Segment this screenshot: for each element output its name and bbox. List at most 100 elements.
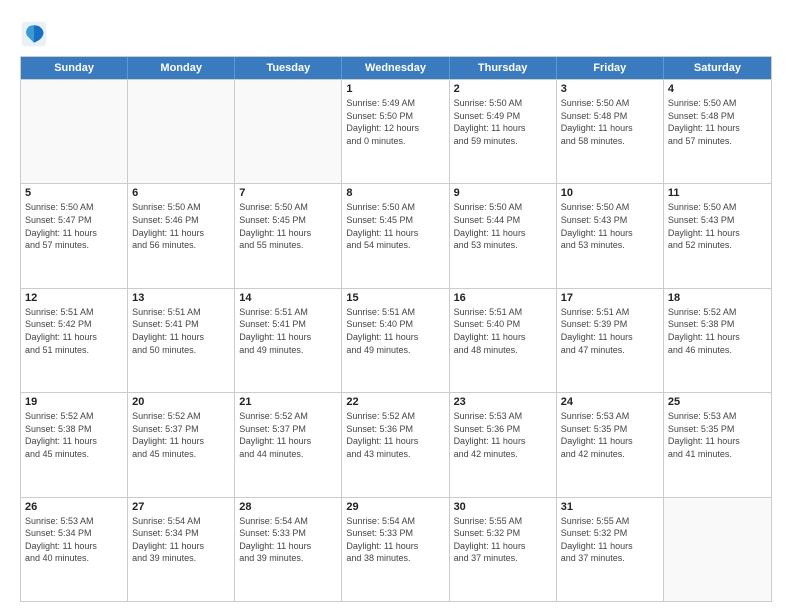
calendar: SundayMondayTuesdayWednesdayThursdayFrid… <box>20 56 772 602</box>
weekday-header: Sunday <box>21 57 128 79</box>
cell-info: Sunrise: 5:50 AM Sunset: 5:45 PM Dayligh… <box>346 201 444 251</box>
calendar-body: 1 Sunrise: 5:49 AM Sunset: 5:50 PM Daylig… <box>21 79 771 601</box>
calendar-row: 5 Sunrise: 5:50 AM Sunset: 5:47 PM Daylig… <box>21 183 771 287</box>
cell-info: Sunrise: 5:50 AM Sunset: 5:44 PM Dayligh… <box>454 201 552 251</box>
cell-day-number: 22 <box>346 396 444 408</box>
cell-info: Sunrise: 5:55 AM Sunset: 5:32 PM Dayligh… <box>454 515 552 565</box>
calendar-cell: 18 Sunrise: 5:52 AM Sunset: 5:38 PM Dayli… <box>664 289 771 392</box>
cell-info: Sunrise: 5:50 AM Sunset: 5:46 PM Dayligh… <box>132 201 230 251</box>
calendar-cell: 10 Sunrise: 5:50 AM Sunset: 5:43 PM Dayli… <box>557 184 664 287</box>
cell-day-number: 23 <box>454 396 552 408</box>
calendar-cell: 26Sunrise: 5:53 AM Sunset: 5:34 PM Dayli… <box>21 498 128 601</box>
calendar-row: 1 Sunrise: 5:49 AM Sunset: 5:50 PM Daylig… <box>21 79 771 183</box>
calendar-cell <box>128 80 235 183</box>
cell-day-number: 17 <box>561 292 659 304</box>
calendar-cell: 31 Sunrise: 5:55 AM Sunset: 5:32 PM Dayli… <box>557 498 664 601</box>
calendar-cell: 2 Sunrise: 5:50 AM Sunset: 5:49 PM Daylig… <box>450 80 557 183</box>
calendar-cell: 22 Sunrise: 5:52 AM Sunset: 5:36 PM Dayli… <box>342 393 449 496</box>
cell-day-number: 19 <box>25 396 123 408</box>
calendar-cell: 5 Sunrise: 5:50 AM Sunset: 5:47 PM Daylig… <box>21 184 128 287</box>
cell-day-number: 16 <box>454 292 552 304</box>
calendar-cell: 25 Sunrise: 5:53 AM Sunset: 5:35 PM Dayli… <box>664 393 771 496</box>
weekday-header: Wednesday <box>342 57 449 79</box>
calendar-cell: 6Sunrise: 5:50 AM Sunset: 5:46 PM Daylig… <box>128 184 235 287</box>
calendar-cell: 17Sunrise: 5:51 AM Sunset: 5:39 PM Dayli… <box>557 289 664 392</box>
calendar-cell: 4 Sunrise: 5:50 AM Sunset: 5:48 PM Daylig… <box>664 80 771 183</box>
calendar-cell: 1 Sunrise: 5:49 AM Sunset: 5:50 PM Daylig… <box>342 80 449 183</box>
calendar-cell <box>235 80 342 183</box>
calendar-cell: 16 Sunrise: 5:51 AM Sunset: 5:40 PM Dayli… <box>450 289 557 392</box>
cell-info: Sunrise: 5:54 AM Sunset: 5:33 PM Dayligh… <box>346 515 444 565</box>
cell-info: Sunrise: 5:55 AM Sunset: 5:32 PM Dayligh… <box>561 515 659 565</box>
cell-day-number: 21 <box>239 396 337 408</box>
calendar-cell: 27Sunrise: 5:54 AM Sunset: 5:34 PM Dayli… <box>128 498 235 601</box>
cell-day-number: 24 <box>561 396 659 408</box>
cell-day-number: 12 <box>25 292 123 304</box>
calendar-cell: 12 Sunrise: 5:51 AM Sunset: 5:42 PM Dayli… <box>21 289 128 392</box>
cell-info: Sunrise: 5:51 AM Sunset: 5:42 PM Dayligh… <box>25 306 123 356</box>
cell-info: Sunrise: 5:50 AM Sunset: 5:45 PM Dayligh… <box>239 201 337 251</box>
cell-info: Sunrise: 5:51 AM Sunset: 5:40 PM Dayligh… <box>454 306 552 356</box>
cell-day-number: 31 <box>561 501 659 513</box>
cell-day-number: 26 <box>25 501 123 513</box>
cell-day-number: 14 <box>239 292 337 304</box>
cell-info: Sunrise: 5:53 AM Sunset: 5:36 PM Dayligh… <box>454 410 552 460</box>
calendar-cell: 11 Sunrise: 5:50 AM Sunset: 5:43 PM Dayli… <box>664 184 771 287</box>
cell-day-number: 8 <box>346 187 444 199</box>
cell-day-number: 10 <box>561 187 659 199</box>
cell-info: Sunrise: 5:51 AM Sunset: 5:40 PM Dayligh… <box>346 306 444 356</box>
calendar-cell: 7 Sunrise: 5:50 AM Sunset: 5:45 PM Daylig… <box>235 184 342 287</box>
weekday-header: Tuesday <box>235 57 342 79</box>
calendar-cell <box>21 80 128 183</box>
cell-info: Sunrise: 5:53 AM Sunset: 5:35 PM Dayligh… <box>561 410 659 460</box>
cell-info: Sunrise: 5:52 AM Sunset: 5:36 PM Dayligh… <box>346 410 444 460</box>
cell-info: Sunrise: 5:50 AM Sunset: 5:48 PM Dayligh… <box>561 97 659 147</box>
cell-info: Sunrise: 5:50 AM Sunset: 5:48 PM Dayligh… <box>668 97 767 147</box>
cell-info: Sunrise: 5:52 AM Sunset: 5:38 PM Dayligh… <box>668 306 767 356</box>
weekday-header: Thursday <box>450 57 557 79</box>
cell-day-number: 27 <box>132 501 230 513</box>
logo <box>20 20 52 48</box>
calendar-row: 26Sunrise: 5:53 AM Sunset: 5:34 PM Dayli… <box>21 497 771 601</box>
cell-day-number: 5 <box>25 187 123 199</box>
header <box>20 16 772 48</box>
page: SundayMondayTuesdayWednesdayThursdayFrid… <box>0 0 792 612</box>
cell-info: Sunrise: 5:52 AM Sunset: 5:38 PM Dayligh… <box>25 410 123 460</box>
cell-info: Sunrise: 5:50 AM Sunset: 5:47 PM Dayligh… <box>25 201 123 251</box>
cell-day-number: 29 <box>346 501 444 513</box>
cell-day-number: 18 <box>668 292 767 304</box>
cell-info: Sunrise: 5:50 AM Sunset: 5:43 PM Dayligh… <box>668 201 767 251</box>
calendar-cell: 13Sunrise: 5:51 AM Sunset: 5:41 PM Dayli… <box>128 289 235 392</box>
calendar-cell: 9Sunrise: 5:50 AM Sunset: 5:44 PM Daylig… <box>450 184 557 287</box>
cell-info: Sunrise: 5:49 AM Sunset: 5:50 PM Dayligh… <box>346 97 444 147</box>
calendar-cell: 15Sunrise: 5:51 AM Sunset: 5:40 PM Dayli… <box>342 289 449 392</box>
calendar-cell: 3 Sunrise: 5:50 AM Sunset: 5:48 PM Daylig… <box>557 80 664 183</box>
cell-day-number: 1 <box>346 83 444 95</box>
cell-info: Sunrise: 5:50 AM Sunset: 5:43 PM Dayligh… <box>561 201 659 251</box>
calendar-cell: 28Sunrise: 5:54 AM Sunset: 5:33 PM Dayli… <box>235 498 342 601</box>
logo-icon <box>20 20 48 48</box>
calendar-row: 19 Sunrise: 5:52 AM Sunset: 5:38 PM Dayli… <box>21 392 771 496</box>
cell-info: Sunrise: 5:52 AM Sunset: 5:37 PM Dayligh… <box>132 410 230 460</box>
cell-day-number: 11 <box>668 187 767 199</box>
cell-day-number: 25 <box>668 396 767 408</box>
calendar-cell: 19 Sunrise: 5:52 AM Sunset: 5:38 PM Dayli… <box>21 393 128 496</box>
cell-day-number: 4 <box>668 83 767 95</box>
calendar-cell: 20 Sunrise: 5:52 AM Sunset: 5:37 PM Dayli… <box>128 393 235 496</box>
cell-info: Sunrise: 5:54 AM Sunset: 5:33 PM Dayligh… <box>239 515 337 565</box>
calendar-cell: 23 Sunrise: 5:53 AM Sunset: 5:36 PM Dayli… <box>450 393 557 496</box>
cell-day-number: 2 <box>454 83 552 95</box>
cell-info: Sunrise: 5:52 AM Sunset: 5:37 PM Dayligh… <box>239 410 337 460</box>
calendar-cell: 30 Sunrise: 5:55 AM Sunset: 5:32 PM Dayli… <box>450 498 557 601</box>
cell-day-number: 30 <box>454 501 552 513</box>
cell-info: Sunrise: 5:50 AM Sunset: 5:49 PM Dayligh… <box>454 97 552 147</box>
cell-day-number: 3 <box>561 83 659 95</box>
cell-info: Sunrise: 5:53 AM Sunset: 5:35 PM Dayligh… <box>668 410 767 460</box>
calendar-header: SundayMondayTuesdayWednesdayThursdayFrid… <box>21 57 771 79</box>
weekday-header: Saturday <box>664 57 771 79</box>
cell-day-number: 20 <box>132 396 230 408</box>
cell-day-number: 7 <box>239 187 337 199</box>
cell-day-number: 13 <box>132 292 230 304</box>
calendar-cell: 24 Sunrise: 5:53 AM Sunset: 5:35 PM Dayli… <box>557 393 664 496</box>
cell-info: Sunrise: 5:51 AM Sunset: 5:41 PM Dayligh… <box>239 306 337 356</box>
